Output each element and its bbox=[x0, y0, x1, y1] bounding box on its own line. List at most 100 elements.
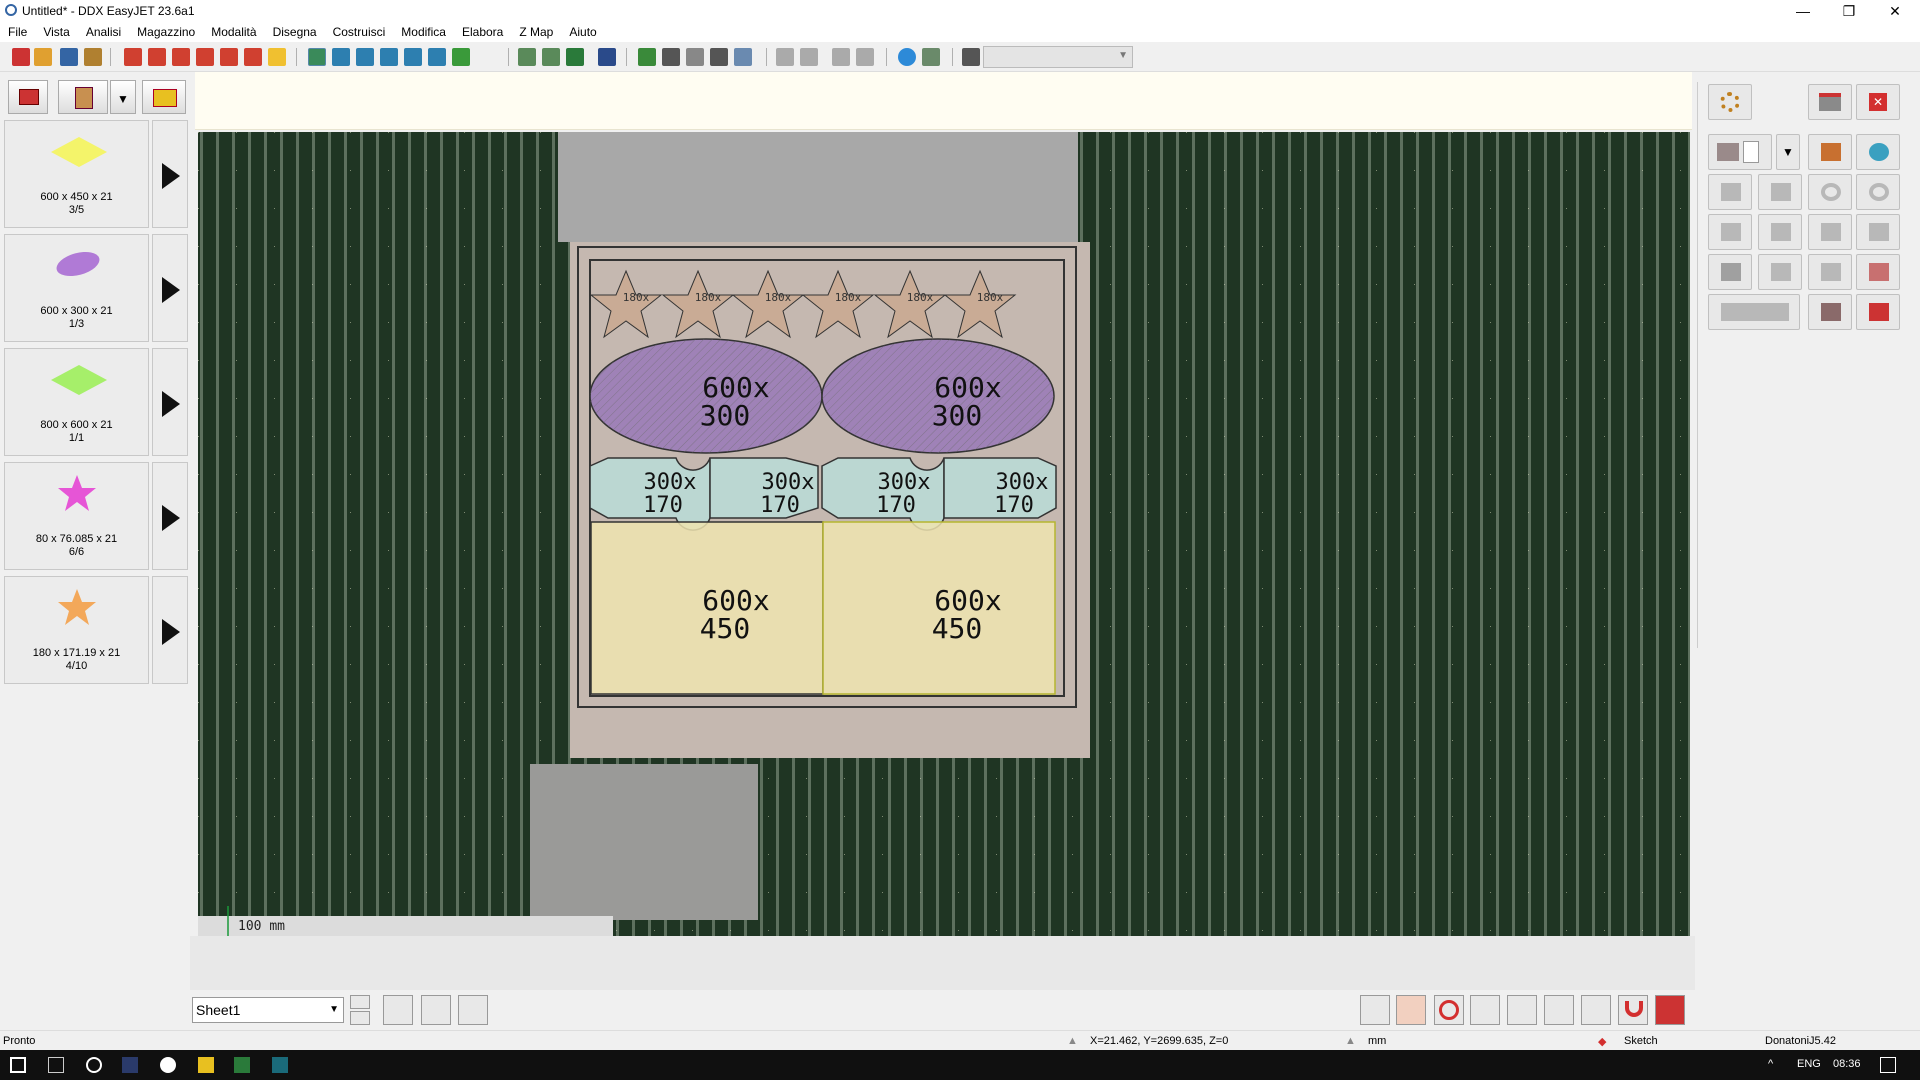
undo-icon[interactable] bbox=[776, 48, 794, 66]
menu-zmap[interactable]: Z Map bbox=[511, 25, 561, 39]
folder-button[interactable] bbox=[142, 80, 186, 114]
light-icon[interactable] bbox=[268, 48, 286, 66]
task-view-icon[interactable] bbox=[48, 1057, 64, 1073]
menu-costruisci[interactable]: Costruisci bbox=[325, 25, 394, 39]
view-front-icon[interactable] bbox=[332, 48, 350, 66]
app-icon-2[interactable] bbox=[122, 1057, 138, 1073]
transfer-button[interactable] bbox=[1708, 294, 1800, 330]
book-button[interactable] bbox=[58, 80, 108, 114]
globe-button[interactable] bbox=[1856, 134, 1900, 170]
library-item[interactable]: 800 x 600 x 21 1/1 bbox=[4, 348, 149, 456]
save-icon[interactable] bbox=[60, 48, 78, 66]
nest-tool-1[interactable] bbox=[1708, 174, 1752, 210]
app-icon-3[interactable] bbox=[160, 1057, 176, 1073]
nest-tool-4[interactable] bbox=[1856, 174, 1900, 210]
script-icon[interactable] bbox=[962, 48, 980, 66]
library-item[interactable]: 180 x 171.19 x 21 4/10 bbox=[4, 576, 149, 684]
piece-tool-4[interactable] bbox=[1856, 254, 1900, 290]
library-item[interactable]: 600 x 300 x 21 1/3 bbox=[4, 234, 149, 342]
snap-tool-2[interactable] bbox=[1396, 995, 1426, 1025]
print-icon[interactable] bbox=[84, 48, 102, 66]
place-item-button[interactable] bbox=[152, 348, 188, 456]
language-indicator[interactable]: ENG bbox=[1797, 1058, 1821, 1070]
file-explorer-icon[interactable] bbox=[198, 1057, 214, 1073]
view-3d-icon[interactable] bbox=[308, 48, 326, 66]
work-canvas[interactable]: 180x 180x 180x 180x 180x 180x 600x 300 6… bbox=[198, 132, 1690, 936]
sheet-dropdown-button[interactable]: ▼ bbox=[1776, 134, 1800, 170]
close-panel-button[interactable]: ✕ bbox=[1856, 84, 1900, 120]
menu-elabora[interactable]: Elabora bbox=[454, 25, 511, 39]
minimize-button[interactable]: — bbox=[1780, 0, 1826, 22]
zoom-window-icon[interactable] bbox=[148, 48, 166, 66]
edit-tool-3[interactable] bbox=[1808, 214, 1852, 250]
menu-modalita[interactable]: Modalità bbox=[203, 25, 264, 39]
library-item[interactable]: 600 x 450 x 21 3/5 bbox=[4, 120, 149, 228]
piece-tool-1[interactable] bbox=[1708, 254, 1752, 290]
new-file-icon[interactable] bbox=[12, 48, 30, 66]
sort-button[interactable] bbox=[421, 995, 451, 1025]
list-red-button[interactable] bbox=[8, 80, 48, 114]
app-icon-5[interactable] bbox=[234, 1057, 250, 1073]
menu-vista[interactable]: Vista bbox=[35, 25, 77, 39]
menu-file[interactable]: File bbox=[0, 25, 35, 39]
tools-icon[interactable] bbox=[710, 48, 728, 66]
frame-tool-button[interactable] bbox=[1581, 995, 1611, 1025]
cursor-tool-button[interactable] bbox=[1507, 995, 1537, 1025]
machine-button[interactable] bbox=[1808, 84, 1852, 120]
place-item-button[interactable] bbox=[152, 234, 188, 342]
piece-tool-2[interactable] bbox=[1758, 254, 1802, 290]
menu-analisi[interactable]: Analisi bbox=[78, 25, 129, 39]
hammer-button[interactable] bbox=[1808, 294, 1852, 330]
undo-dropdown-icon[interactable] bbox=[800, 48, 818, 66]
snap-tool-1[interactable] bbox=[1360, 995, 1390, 1025]
piece-tool-3[interactable] bbox=[1808, 254, 1852, 290]
redo-icon[interactable] bbox=[832, 48, 850, 66]
shield-icon[interactable] bbox=[518, 48, 536, 66]
layout-tool-button[interactable] bbox=[1655, 995, 1685, 1025]
place-item-button[interactable] bbox=[152, 576, 188, 684]
align-button[interactable] bbox=[458, 995, 488, 1025]
spread-tool-button[interactable] bbox=[1544, 995, 1574, 1025]
brush-button[interactable] bbox=[1808, 134, 1852, 170]
finish-button[interactable] bbox=[1856, 294, 1900, 330]
nest-tool-2[interactable] bbox=[1758, 174, 1802, 210]
pan-icon[interactable] bbox=[220, 48, 238, 66]
library-item[interactable]: 80 x 76.085 x 21 6/6 bbox=[4, 462, 149, 570]
edit-tool-2[interactable] bbox=[1758, 214, 1802, 250]
edit-tool-4[interactable] bbox=[1856, 214, 1900, 250]
redo-dropdown-icon[interactable] bbox=[856, 48, 874, 66]
open-file-icon[interactable] bbox=[34, 48, 52, 66]
shield-blue-icon[interactable] bbox=[598, 48, 616, 66]
menu-magazzino[interactable]: Magazzino bbox=[129, 25, 203, 39]
measure-icon[interactable] bbox=[686, 48, 704, 66]
book-dropdown-button[interactable]: ▼ bbox=[110, 80, 136, 114]
menu-modifica[interactable]: Modifica bbox=[393, 25, 454, 39]
view-back-icon[interactable] bbox=[356, 48, 374, 66]
menu-disegna[interactable]: Disegna bbox=[265, 25, 325, 39]
email-icon[interactable] bbox=[922, 48, 940, 66]
shield-green-icon[interactable] bbox=[566, 48, 584, 66]
zoom-in-icon[interactable] bbox=[196, 48, 214, 66]
redraw-icon[interactable] bbox=[244, 48, 262, 66]
view-right-icon[interactable] bbox=[404, 48, 422, 66]
notifications-icon[interactable] bbox=[1880, 1057, 1896, 1073]
sheet-up-button[interactable] bbox=[350, 995, 370, 1009]
shield-outline-icon[interactable] bbox=[542, 48, 560, 66]
view-top-icon[interactable] bbox=[428, 48, 446, 66]
grid-view-button[interactable] bbox=[383, 995, 413, 1025]
report-icon[interactable] bbox=[734, 48, 752, 66]
no-entry-button[interactable] bbox=[1434, 995, 1464, 1025]
maximize-button[interactable]: ❐ bbox=[1826, 0, 1872, 22]
sheet-select[interactable]: Sheet1 ▼ bbox=[192, 997, 344, 1023]
view-iso-icon[interactable] bbox=[452, 48, 470, 66]
magnet-button[interactable] bbox=[1618, 995, 1648, 1025]
windows-start-icon[interactable] bbox=[10, 1057, 26, 1073]
place-item-button[interactable] bbox=[152, 120, 188, 228]
help-icon[interactable] bbox=[898, 48, 916, 66]
zoom-out-icon[interactable] bbox=[172, 48, 190, 66]
machine-icon[interactable] bbox=[638, 48, 656, 66]
app-icon-1[interactable] bbox=[86, 1057, 102, 1073]
toolbar-combo[interactable]: ▼ bbox=[983, 46, 1133, 68]
new-sheet-button[interactable] bbox=[1708, 134, 1772, 170]
place-item-button[interactable] bbox=[152, 462, 188, 570]
